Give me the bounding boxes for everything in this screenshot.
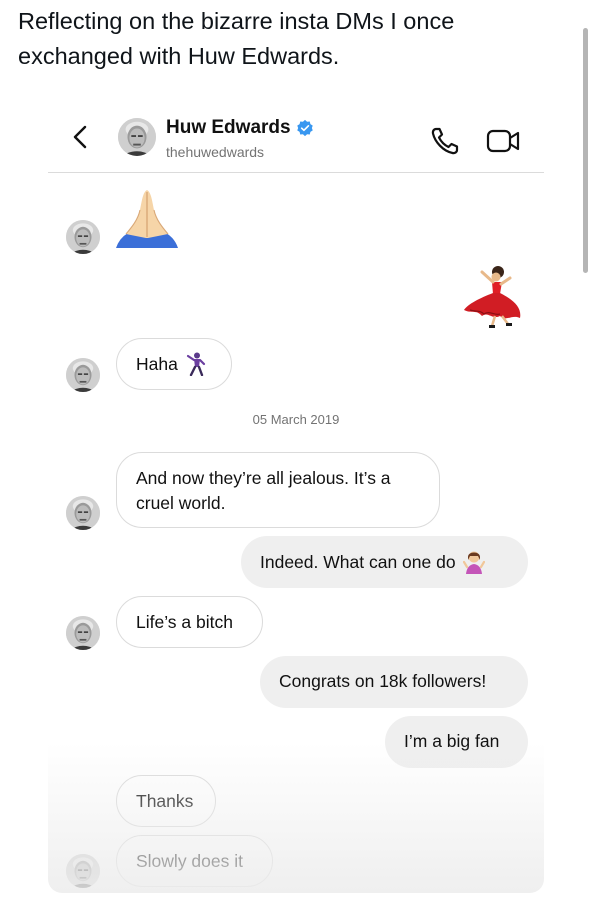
message-text: Congrats on 18k followers! [279,671,487,691]
phone-icon [431,127,459,155]
message-bubble-incoming[interactable]: Slowly does it [116,835,273,887]
video-call-button[interactable] [485,124,523,158]
message-bubble-incoming[interactable]: Haha [116,338,232,390]
folded-hands-emoji[interactable] [114,184,180,259]
flamenco-dancer-emoji[interactable] [462,264,526,337]
sender-avatar[interactable] [66,616,100,650]
sender-avatar[interactable] [66,358,100,392]
message-text: Haha [136,353,178,374]
sender-avatar[interactable] [66,220,100,254]
message-bubble-outgoing[interactable]: Congrats on 18k followers! [260,656,528,708]
message-bubble-incoming[interactable]: Thanks [116,775,216,827]
message-text: Indeed. What can one do [260,551,456,572]
date-separator: 05 March 2019 [252,412,340,427]
contact-name-row[interactable]: Huw Edwards [166,117,314,139]
message-text: Life’s a bitch [136,612,233,632]
video-camera-icon [486,129,520,153]
woman-shrugging-emoji [462,551,485,574]
message-text: Thanks [136,791,194,811]
post-text: Reflecting on the bizarre insta DMs I on… [18,8,455,69]
message-bubble-outgoing[interactable]: Indeed. What can one do [241,536,528,588]
dm-thread: Huw Edwards thehuwedwards Haha 05 March … [48,96,544,893]
verified-badge-icon [296,119,313,137]
chat-header: Huw Edwards thehuwedwards [48,96,544,173]
man-dancing-emoji [186,352,205,376]
sender-avatar[interactable] [66,496,100,530]
message-bubble-outgoing[interactable]: I’m a big fan [385,716,528,768]
sender-avatar[interactable] [66,854,100,888]
contact-name[interactable]: Huw Edwards [166,117,291,139]
message-bubble-incoming[interactable]: Life’s a bitch [116,596,263,648]
avatar[interactable] [118,118,156,156]
call-button[interactable] [428,124,462,158]
contact-username[interactable]: thehuwedwards [166,144,264,160]
message-text: I’m a big fan [404,731,500,751]
message-text: Slowly does it [136,851,243,871]
message-text: And now they’re all jealous. It’s a crue… [136,468,391,513]
chevron-left-icon [73,125,87,149]
back-button[interactable] [66,122,96,152]
scrollbar[interactable] [583,28,588,273]
message-bubble-incoming[interactable]: And now they’re all jealous. It’s a crue… [116,452,440,528]
